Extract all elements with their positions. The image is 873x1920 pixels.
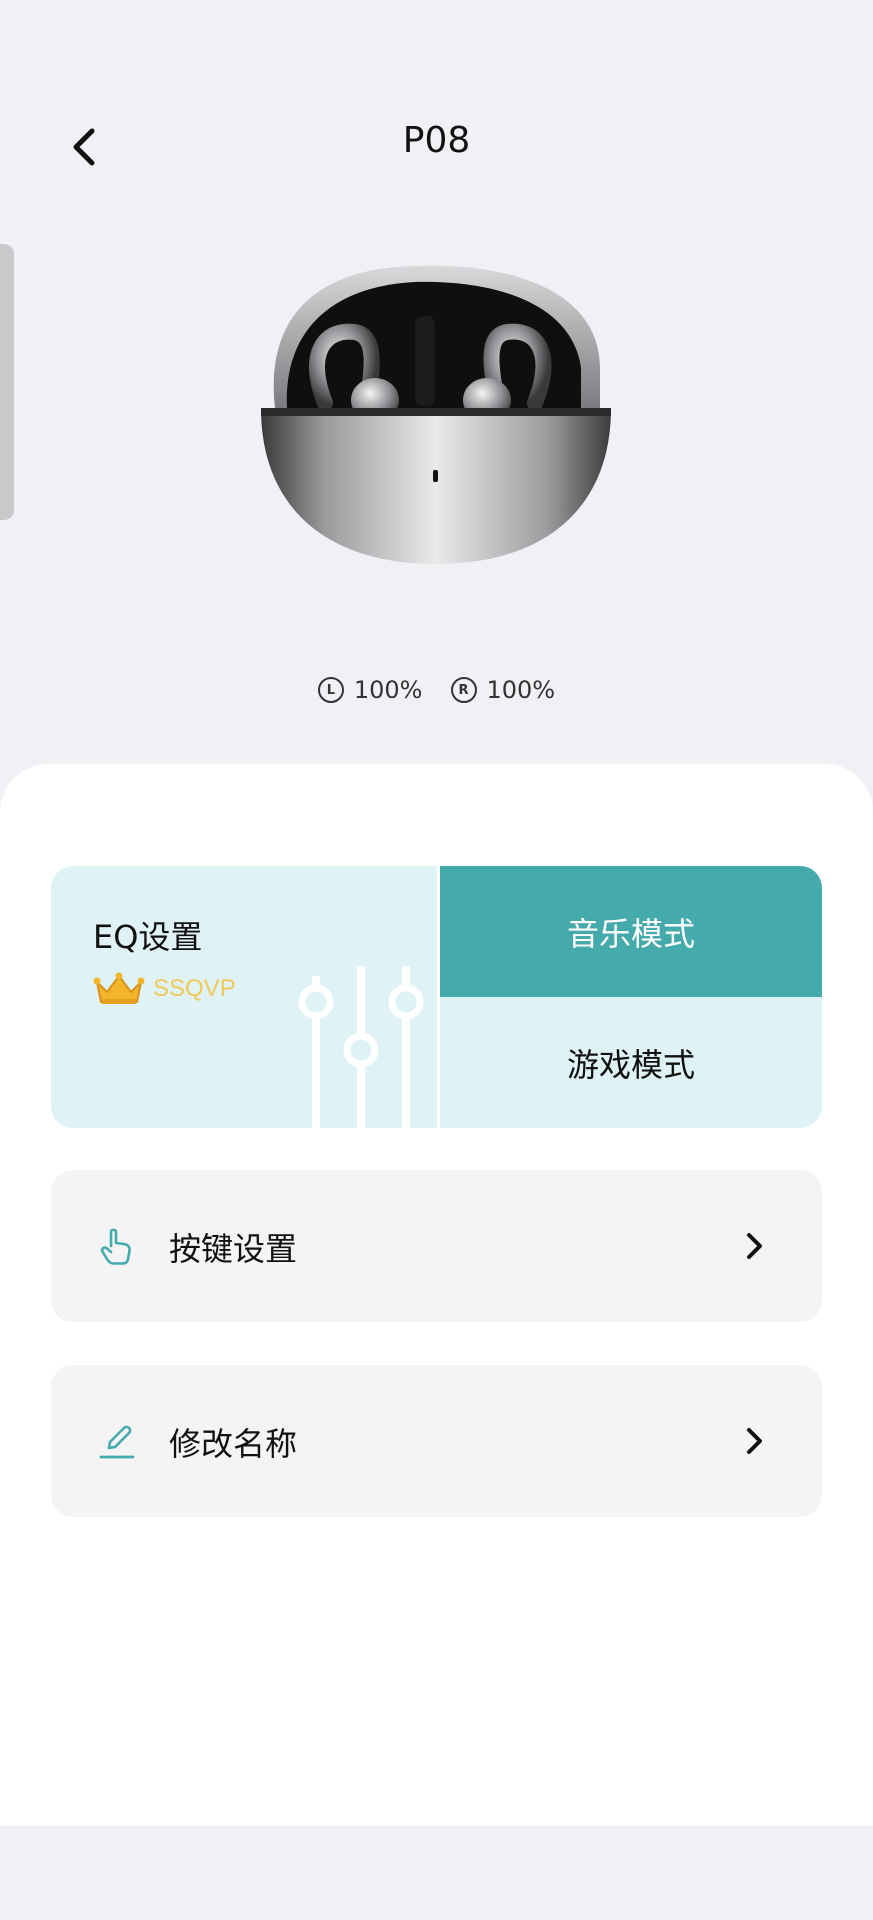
side-drawer-handle[interactable] [0,244,14,520]
battery-right: R 100% [450,676,556,704]
earbuds-case-image [261,265,611,564]
equalizer-sliders-icon [298,966,424,1128]
rename-row[interactable]: 修改名称 [51,1365,822,1517]
rename-label: 修改名称 [169,1425,298,1463]
pencil-edit-icon [99,1425,135,1459]
battery-left: L 100% [317,676,423,704]
game-mode-button[interactable]: 游戏模式 [440,997,822,1128]
eq-title: EQ设置 [93,918,203,956]
key-settings-row[interactable]: 按键设置 [51,1170,822,1322]
crown-icon [93,972,145,1004]
key-settings-label: 按键设置 [169,1230,298,1268]
right-earbud-badge: R [450,677,477,703]
left-earbud-badge: L [317,677,344,703]
battery-status: L 100% R 100% [0,676,873,704]
music-mode-button[interactable]: 音乐模式 [440,866,822,997]
page-title: P08 [402,120,471,161]
chevron-right-icon [747,1233,762,1259]
vip-badge: SSQVP [93,972,236,1006]
bottom-nav-area [0,1826,873,1920]
battery-left-value: 100% [353,676,423,704]
hand-pointer-icon [100,1228,131,1265]
eq-settings-card: EQ设置 SSQVP 音乐模式 游戏模式 [51,866,822,1128]
chevron-right-icon [747,1428,762,1454]
eq-info: EQ设置 SSQVP [51,866,437,1128]
header: P08 [0,110,873,180]
vip-label: SSQVP [153,975,236,1002]
battery-right-value: 100% [486,676,556,704]
